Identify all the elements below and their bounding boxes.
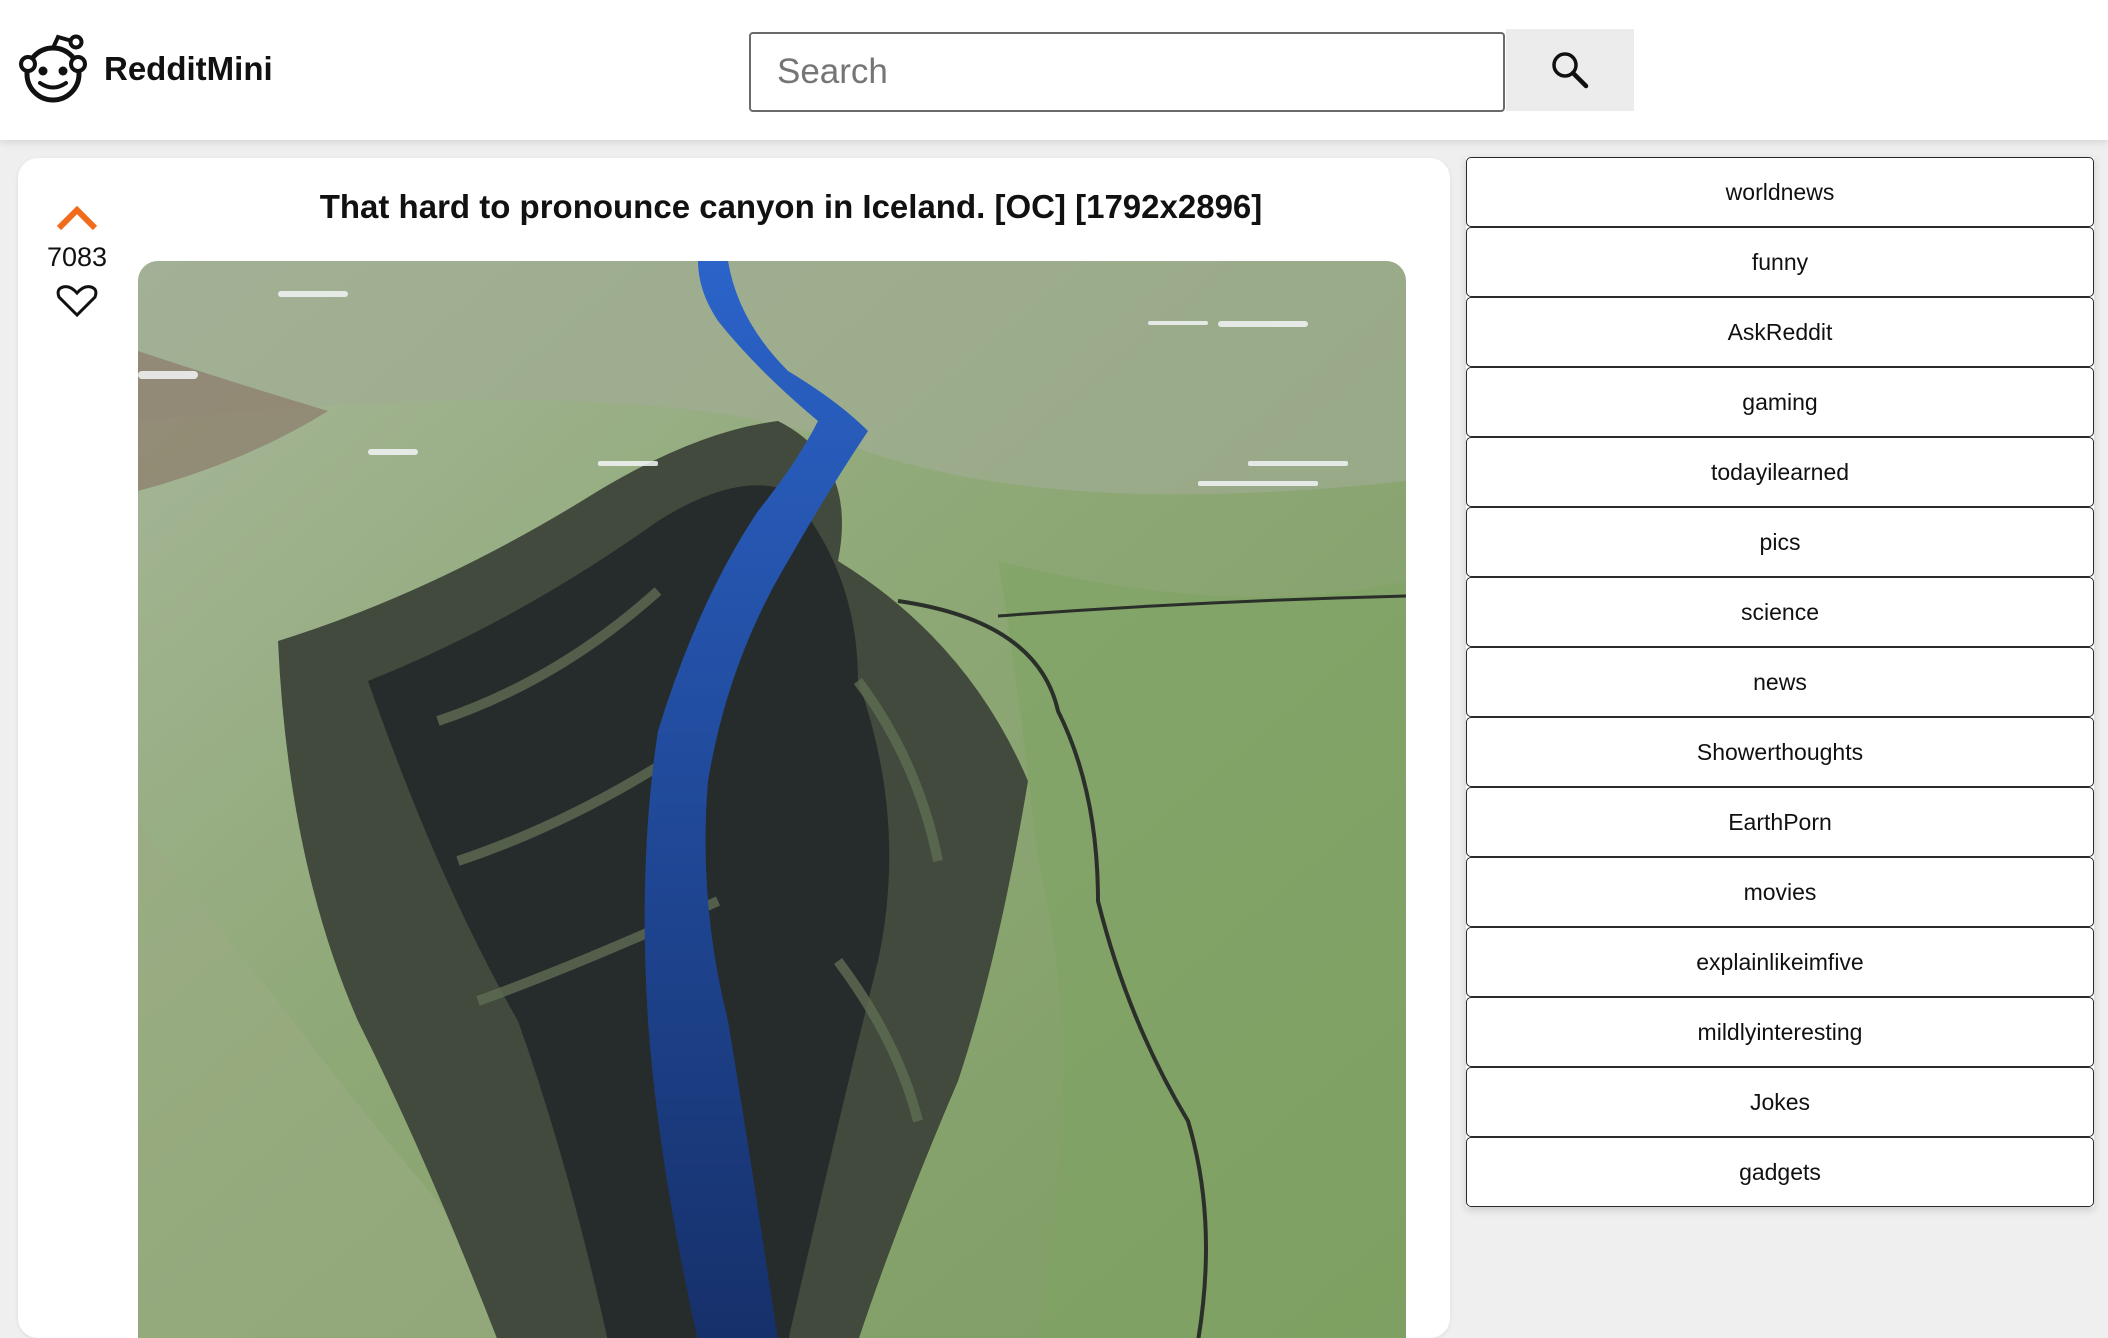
top-header: RedditMini [0,0,2108,140]
heart-outline-icon [56,285,98,318]
subreddit-worldnews-button[interactable]: worldnews [1466,157,2094,227]
subreddit-todayilearned-button[interactable]: todayilearned [1466,437,2094,507]
post-score: 7083 [46,242,108,272]
search-button[interactable] [1506,29,1634,111]
subreddit-earthporn-button[interactable]: EarthPorn [1466,787,2094,857]
magnifier-icon [1552,52,1589,89]
subreddit-showerthoughts-button[interactable]: Showerthoughts [1466,717,2094,787]
subreddit-pics-button[interactable]: pics [1466,507,2094,577]
chevron-up-icon [56,205,98,231]
upvote-button[interactable] [52,198,102,238]
subreddit-movies-button[interactable]: movies [1466,857,2094,927]
canyon-photo [138,261,1406,1338]
search-input[interactable] [749,32,1505,112]
subreddit-gadgets-button[interactable]: gadgets [1466,1137,2094,1207]
subreddit-jokes-button[interactable]: Jokes [1466,1067,2094,1137]
post-card: 7083 That hard to pronounce canyon in Ic… [18,158,1450,1338]
subreddit-funny-button[interactable]: funny [1466,227,2094,297]
subreddit-science-button[interactable]: science [1466,577,2094,647]
subreddit-list: worldnews funny AskReddit gaming todayil… [1466,157,2094,1207]
app-title: RedditMini [104,50,273,87]
post-title: That hard to pronounce canyon in Iceland… [319,188,1263,225]
downvote-button[interactable] [52,281,102,321]
brand[interactable]: RedditMini [16,34,273,104]
post-image[interactable] [138,261,1406,1338]
subreddit-explainlikeimfive-button[interactable]: explainlikeimfive [1466,927,2094,997]
subreddit-mildlyinteresting-button[interactable]: mildlyinteresting [1466,997,2094,1067]
reddit-alien-icon [19,34,87,103]
subreddit-gaming-button[interactable]: gaming [1466,367,2094,437]
vote-column: 7083 [18,198,136,321]
subreddit-news-button[interactable]: news [1466,647,2094,717]
subreddit-askreddit-button[interactable]: AskReddit [1466,297,2094,367]
